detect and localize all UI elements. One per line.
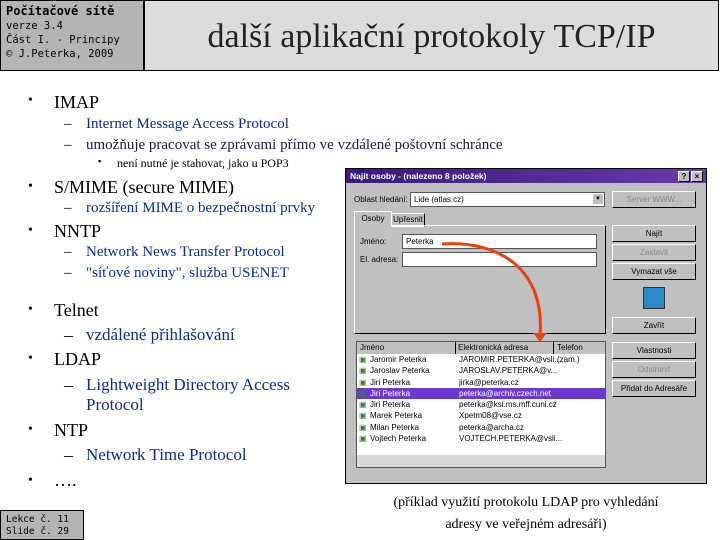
caption-line2: adresy ve veřejném adresáři)	[445, 517, 607, 532]
caption: (příklad využití protokolu LDAP pro vyhl…	[345, 492, 707, 536]
arrow-overlay	[441, 242, 547, 342]
lesson-number: Lekce č. 11	[6, 514, 69, 525]
tab-osoby[interactable]: Osoby	[354, 211, 392, 226]
slide-number: Slide č. 29	[6, 526, 69, 537]
arrow-head-icon	[533, 333, 547, 342]
caption-line1: (příklad využití protokolu LDAP pro vyhl…	[393, 495, 659, 510]
arrow-curve	[441, 242, 542, 336]
slide-footer: Lekce č. 11 Slide č. 29	[0, 510, 84, 540]
